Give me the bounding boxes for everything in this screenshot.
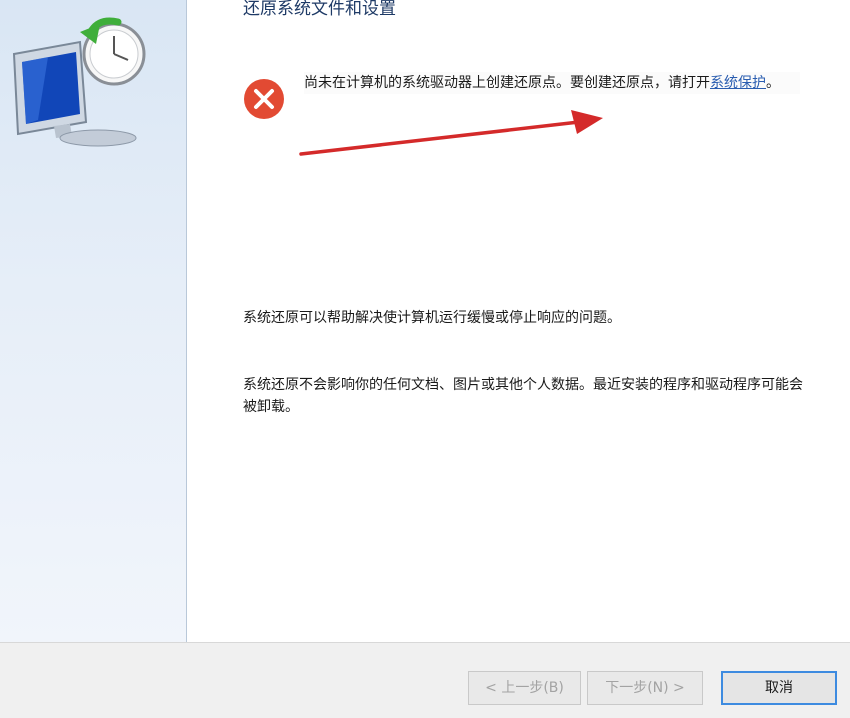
sidebar-panel xyxy=(0,0,187,642)
error-message-text: 尚未在计算机的系统驱动器上创建还原点。要创建还原点，请打开 xyxy=(304,75,710,91)
main-content: 还原系统文件和设置 尚未在计算机的系统驱动器上创建还原点。要创建还原点，请打开系… xyxy=(187,0,850,642)
system-restore-icon xyxy=(12,17,146,147)
system-protection-link[interactable]: 系统保护 xyxy=(710,75,766,91)
error-message: 尚未在计算机的系统驱动器上创建还原点。要创建还原点，请打开系统保护。 xyxy=(304,72,800,94)
error-icon xyxy=(244,79,284,119)
error-message-suffix: 。 xyxy=(766,75,780,91)
footer-bar: < 上一步(B) 下一步(N) > 取消 xyxy=(0,642,850,718)
red-arrow-annotation xyxy=(299,110,603,156)
description-paragraph-1: 系统还原可以帮助解决使计算机运行缓慢或停止响应的问题。 xyxy=(243,310,621,326)
next-button[interactable]: 下一步(N) > xyxy=(587,671,703,705)
cancel-button[interactable]: 取消 xyxy=(721,671,837,705)
description-paragraph-2: 系统还原不会影响你的任何文档、图片或其他个人数据。最近安装的程序和驱动程序可能会… xyxy=(243,377,803,415)
back-button[interactable]: < 上一步(B) xyxy=(468,671,581,705)
page-title: 还原系统文件和设置 xyxy=(243,0,396,19)
